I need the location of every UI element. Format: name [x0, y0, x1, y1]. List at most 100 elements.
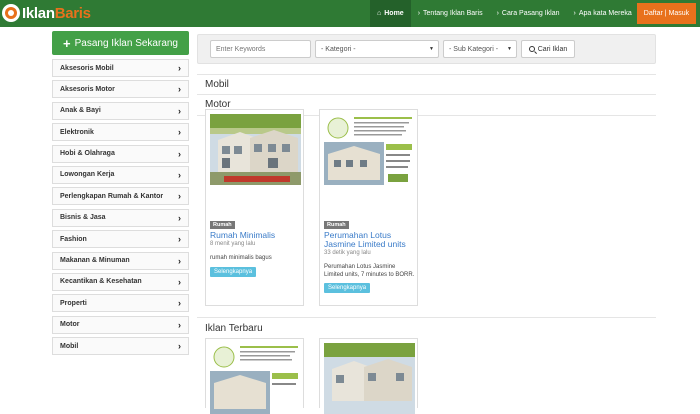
listing-title[interactable]: Rumah Minimalis	[210, 231, 301, 240]
dropdown-caret-icon: ▼	[429, 46, 434, 52]
chevron-right-icon: ›	[178, 148, 181, 159]
chevron-right-icon: ›	[178, 191, 181, 202]
home-icon: ⌂	[377, 10, 382, 17]
sidebar-category-item[interactable]: Elektronik ›	[52, 123, 189, 142]
category-badge: Rumah	[324, 221, 349, 229]
sidebar-category-label: Hobi & Olahraga	[60, 150, 115, 158]
keyword-input[interactable]: Enter Keywords	[210, 40, 311, 58]
chevron-right-icon: ›	[178, 341, 181, 352]
listing-thumbnail[interactable]	[324, 114, 415, 185]
main-content: Enter Keywords - Kategori - ▼ - Sub Kate…	[197, 27, 656, 334]
chevron-right-icon: ›	[178, 319, 181, 330]
chevron-right-icon: ›	[178, 298, 181, 309]
sidebar-category-item[interactable]: Fashion ›	[52, 230, 189, 249]
sidebar-category-label: Makanan & Minuman	[60, 257, 130, 265]
section-title-mobil: Mobil	[205, 79, 229, 90]
plus-icon: +	[63, 35, 71, 51]
nav-home-label: Home	[384, 10, 404, 17]
chevron-right-icon: ›	[417, 10, 421, 17]
sidebar-category-item[interactable]: Properti ›	[52, 294, 189, 313]
main-nav: ⌂ Home › Tentang Iklan Baris › Cara Pasa…	[370, 0, 639, 27]
subcategory-select-value: - Sub Kategori -	[449, 45, 499, 53]
chevron-right-icon: ›	[178, 63, 181, 73]
read-more-button[interactable]: Selengkapnya	[324, 283, 371, 293]
sidebar-category-label: Elektronik	[60, 128, 94, 136]
top-navbar: Iklan Baris ⌂ Home › Tentang Iklan Baris …	[0, 0, 700, 27]
sidebar-category-item[interactable]: Lowongan Kerja ›	[52, 165, 189, 184]
listing-thumbnail[interactable]	[210, 343, 301, 414]
sidebar-category-item[interactable]: Mobil ›	[52, 337, 189, 356]
sidebar: + Pasang Iklan Sekarang Aksesoris Mobil ›…	[52, 31, 189, 358]
chevron-right-icon: ›	[178, 84, 181, 95]
search-button[interactable]: Cari Iklan	[521, 40, 575, 58]
search-button-label: Cari Iklan	[537, 45, 568, 53]
listing-thumbnail[interactable]	[324, 343, 415, 414]
sidebar-category-item[interactable]: Anak & Bayi ›	[52, 101, 189, 120]
post-ad-button[interactable]: + Pasang Iklan Sekarang	[52, 31, 189, 55]
sidebar-category-label: Aksesoris Motor	[60, 85, 115, 93]
chevron-right-icon: ›	[178, 212, 181, 223]
listing-thumbnail[interactable]	[210, 114, 301, 185]
search-panel: Enter Keywords - Kategori - ▼ - Sub Kate…	[197, 34, 656, 64]
sidebar-category-item[interactable]: Bisnis & Jasa ›	[52, 208, 189, 227]
listing-card[interactable]: Rumah Perumahan Lotus Jasmine Limited un…	[319, 109, 418, 306]
sidebar-category-item[interactable]: Kecantikan & Kesehatan ›	[52, 272, 189, 291]
nav-testimonials[interactable]: › Apa kata Mereka	[567, 0, 639, 27]
sidebar-category-item[interactable]: Hobi & Olahraga ›	[52, 144, 189, 163]
chevron-right-icon: ›	[496, 10, 499, 17]
sidebar-category-label: Bisnis & Jasa	[60, 214, 106, 222]
chevron-right-icon: ›	[178, 276, 181, 287]
listing-description: rumah minimalis bagus	[210, 255, 272, 261]
sidebar-category-label: Properti	[60, 299, 87, 307]
chevron-right-icon: ›	[178, 234, 181, 245]
listing-time: 8 menit yang lalu	[210, 241, 256, 247]
chevron-right-icon: ›	[178, 169, 181, 180]
section-mobil: Mobil	[197, 74, 656, 93]
dropdown-caret-icon: ▼	[507, 46, 512, 52]
sidebar-category-item[interactable]: Perlengkapan Rumah & Kantor ›	[52, 187, 189, 206]
sidebar-category-item[interactable]: Motor ›	[52, 315, 189, 334]
sidebar-category-item[interactable]: Makanan & Minuman ›	[52, 251, 189, 270]
category-select-value: - Kategori -	[321, 45, 356, 53]
sidebar-category-label: Mobil	[60, 342, 79, 350]
register-login-button[interactable]: Daftar | Masuk	[637, 3, 696, 24]
post-ad-label: Pasang Iklan Sekarang	[74, 37, 178, 49]
sidebar-category-label: Aksesoris Mobil	[60, 64, 114, 72]
chevron-right-icon: ›	[178, 255, 181, 266]
category-select[interactable]: - Kategori - ▼	[315, 40, 439, 58]
sidebar-category-item[interactable]: Aksesoris Motor ›	[52, 80, 189, 99]
listing-card[interactable]	[319, 338, 418, 414]
nav-how-to[interactable]: › Cara Pasang Iklan	[490, 0, 567, 27]
listing-description: Perumahan Lotus Jasmine Limited units, 7…	[324, 264, 415, 278]
listing-card[interactable]: Rumah Rumah Minimalis 8 menit yang lalu …	[205, 109, 304, 306]
sidebar-category-label: Anak & Bayi	[60, 107, 101, 115]
chevron-right-icon: ›	[573, 10, 576, 17]
nav-about[interactable]: › Tentang Iklan Baris	[411, 0, 490, 27]
sidebar-category-label: Motor	[60, 321, 80, 329]
subcategory-select[interactable]: - Sub Kategori - ▼	[443, 40, 517, 58]
read-more-button[interactable]: Selengkapnya	[210, 267, 257, 277]
listing-time: 33 detik yang lalu	[324, 250, 371, 256]
logo-icon	[2, 4, 20, 22]
logo-text-baris: Baris	[54, 4, 91, 22]
listing-card[interactable]	[205, 338, 304, 414]
sidebar-category-label: Perlengkapan Rumah & Kantor	[60, 192, 164, 200]
listing-title[interactable]: Perumahan Lotus Jasmine Limited units	[324, 231, 415, 249]
section-title-motor: Motor	[205, 99, 231, 110]
sidebar-category-label: Fashion	[60, 235, 87, 243]
sidebar-category-item[interactable]: Aksesoris Mobil ›	[52, 59, 189, 77]
sidebar-category-label: Kecantikan & Kesehatan	[60, 278, 142, 286]
chevron-right-icon: ›	[178, 105, 181, 116]
chevron-right-icon: ›	[178, 127, 181, 138]
category-badge: Rumah	[210, 221, 235, 229]
nav-home[interactable]: ⌂ Home	[370, 0, 411, 27]
search-icon	[528, 46, 535, 52]
nav-how-to-label: Cara Pasang Iklan	[501, 10, 560, 17]
sidebar-category-label: Lowongan Kerja	[60, 171, 115, 179]
nav-testimonials-label: Apa kata Mereka	[578, 10, 632, 17]
section-title-latest: Iklan Terbaru	[205, 323, 263, 334]
site-logo[interactable]: Iklan Baris	[2, 3, 91, 23]
category-list: Aksesoris Mobil › Aksesoris Motor › Anak & B…	[52, 59, 189, 356]
keyword-placeholder: Enter Keywords	[216, 45, 266, 53]
logo-text-iklan: Iklan	[22, 4, 55, 22]
